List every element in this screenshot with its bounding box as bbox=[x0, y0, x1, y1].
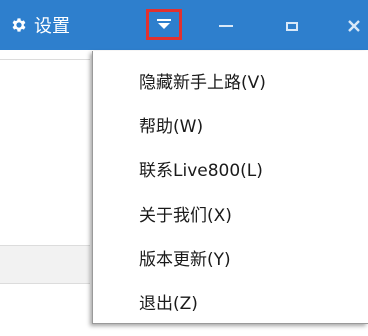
menu-item-help[interactable]: 帮助(W) bbox=[139, 111, 203, 143]
title-bar: 设置 bbox=[0, 0, 368, 50]
divider bbox=[0, 59, 90, 60]
menu-dropdown-button[interactable] bbox=[146, 9, 182, 40]
gear-icon bbox=[10, 16, 28, 34]
menu-dropdown-icon bbox=[157, 18, 171, 31]
settings-label: 设置 bbox=[34, 16, 70, 37]
minimize-icon bbox=[219, 25, 233, 27]
menu-item-version-update[interactable]: 版本更新(Y) bbox=[139, 244, 231, 276]
maximize-button[interactable] bbox=[280, 14, 304, 38]
menu-item-about-us[interactable]: 关于我们(X) bbox=[139, 200, 232, 232]
close-icon bbox=[347, 19, 361, 33]
background-panel bbox=[0, 245, 90, 284]
close-button[interactable] bbox=[342, 14, 366, 38]
menu-item-exit[interactable]: 退出(Z) bbox=[139, 288, 198, 320]
settings-button[interactable]: 设置 bbox=[10, 0, 70, 50]
dropdown-menu: 隐藏新手上路(V) 帮助(W) 联系Live800(L) 关于我们(X) 版本更… bbox=[92, 51, 368, 324]
maximize-icon bbox=[286, 21, 298, 31]
minimize-button[interactable] bbox=[214, 14, 238, 38]
menu-item-hide-newbie-guide[interactable]: 隐藏新手上路(V) bbox=[139, 67, 266, 99]
menu-item-contact-live800[interactable]: 联系Live800(L) bbox=[139, 155, 263, 187]
